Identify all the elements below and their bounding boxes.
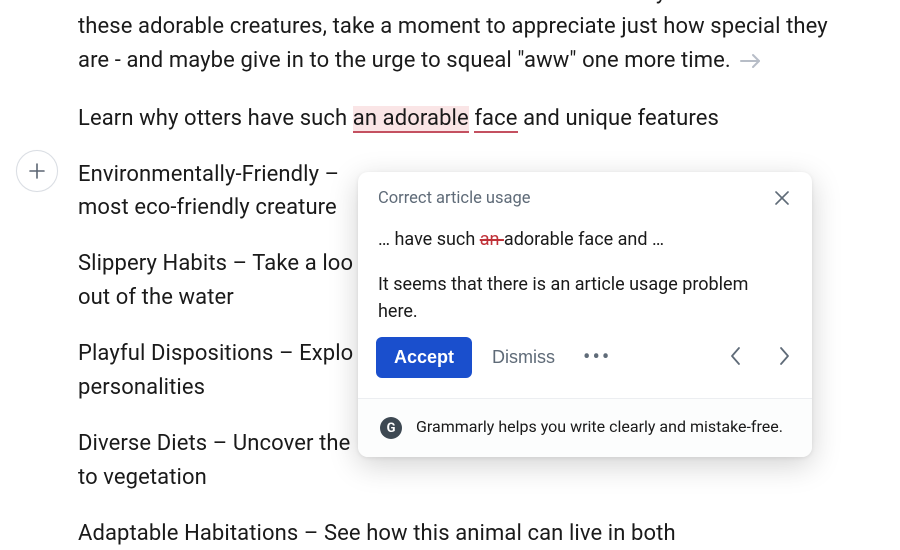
chevron-right-icon bbox=[778, 346, 790, 366]
next-suggestion-button[interactable] bbox=[774, 342, 794, 374]
error-underline[interactable]: face bbox=[474, 106, 517, 133]
prev-suggestion-button[interactable] bbox=[726, 342, 746, 374]
suggestion-line: … have such an adorable face and … bbox=[378, 226, 792, 253]
heading-line-6[interactable]: Adaptable Habitations – See how this ani… bbox=[78, 517, 838, 550]
dismiss-button[interactable]: Dismiss bbox=[486, 339, 561, 376]
close-icon bbox=[775, 191, 789, 205]
accept-button[interactable]: Accept bbox=[376, 337, 472, 378]
popup-footer-text: Grammarly helps you write clearly and mi… bbox=[416, 415, 783, 439]
dots-icon: ••• bbox=[583, 345, 611, 370]
intro-text: have a certain charm that's hard to resi… bbox=[78, 0, 828, 73]
suggestion-prefix: … have such bbox=[378, 229, 480, 250]
intro-paragraph[interactable]: have a certain charm that's hard to resi… bbox=[78, 0, 838, 80]
arrow-right-icon[interactable] bbox=[740, 46, 762, 80]
plus-icon bbox=[28, 162, 46, 180]
suggestion-strike: an bbox=[480, 229, 504, 250]
close-button[interactable] bbox=[772, 188, 792, 208]
add-block-button[interactable] bbox=[16, 150, 58, 192]
more-options-button[interactable]: ••• bbox=[575, 343, 619, 373]
grammarly-badge-icon: G bbox=[380, 417, 402, 439]
chevron-left-icon bbox=[730, 346, 742, 366]
suggestion-suffix: adorable face and … bbox=[504, 229, 664, 250]
popup-explanation: It seems that there is an article usage … bbox=[378, 271, 792, 325]
h1-post: and unique features bbox=[518, 106, 719, 131]
error-highlight[interactable]: an adorable bbox=[353, 106, 469, 133]
popup-title: Correct article usage bbox=[378, 189, 531, 208]
grammar-suggestion-popup: Correct article usage … have such an ado… bbox=[358, 172, 812, 457]
h1-pre: Learn why otters have such bbox=[78, 106, 353, 131]
heading-line-1[interactable]: Learn why otters have such an adorable f… bbox=[78, 102, 838, 136]
